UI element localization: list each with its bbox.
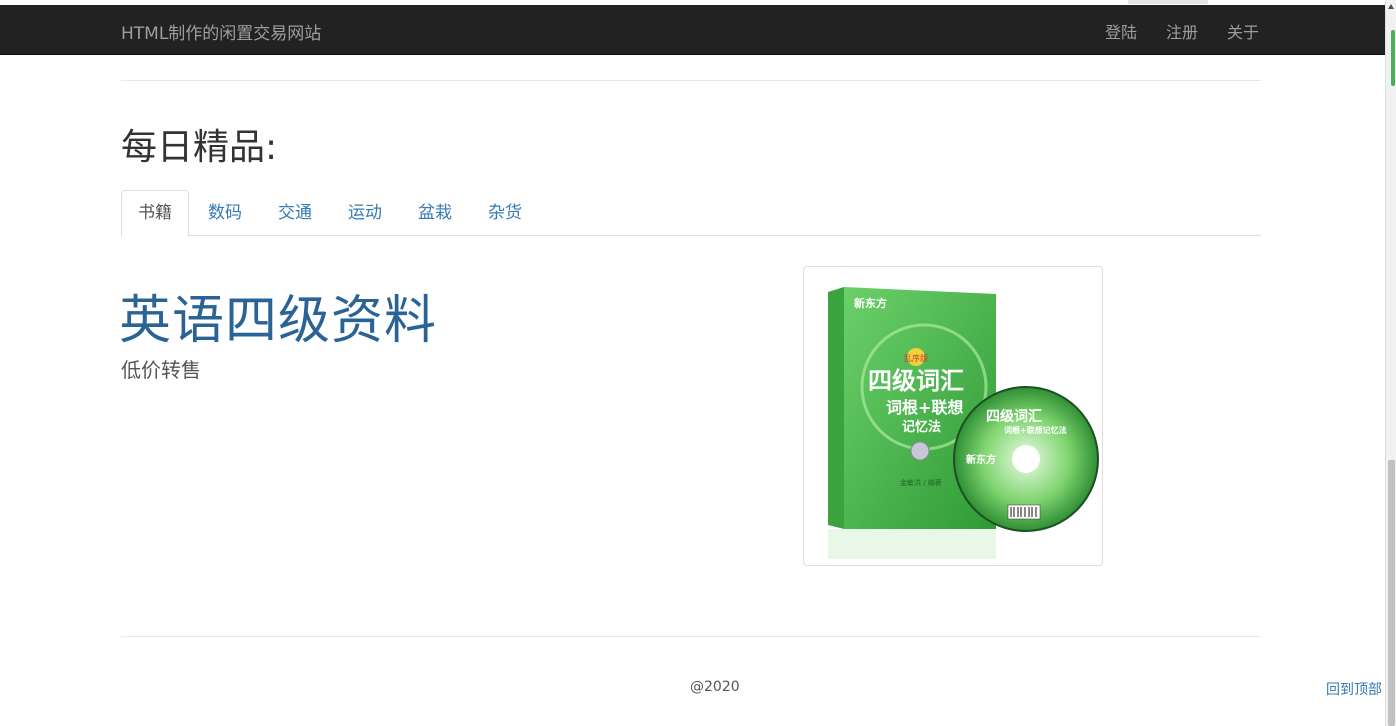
navbar-brand[interactable]: HTML制作的闲置交易网站: [121, 19, 321, 44]
tab-sports[interactable]: 运动: [331, 190, 399, 236]
image-author: 金敏洪 / 编著: [900, 478, 942, 487]
back-to-top-link[interactable]: 回到顶部: [1326, 679, 1382, 699]
product-subtitle: 低价转售: [121, 358, 201, 382]
footer-copyright: @2020: [690, 679, 740, 695]
image-disc-title: 四级词汇: [986, 408, 1042, 425]
product-title: 英语四级资料: [119, 291, 438, 351]
nav-about-link[interactable]: 关于: [1227, 19, 1259, 43]
image-book-title: 四级词汇: [868, 366, 964, 395]
image-disc-sub: 词根+联想记忆法: [1004, 425, 1067, 435]
product-image-illustration: 新东方 乱序版 四级词汇 词根+联想 记忆法 金敏洪 / 编著 四级词汇 词根+…: [828, 287, 1099, 559]
scroll-up-arrow-icon[interactable]: [1388, 4, 1394, 9]
tab-transport[interactable]: 交通: [261, 190, 329, 236]
image-brand-text: 新东方: [854, 296, 887, 310]
scroll-indicator: [1391, 30, 1395, 86]
nav-login-link[interactable]: 登陆: [1105, 19, 1137, 43]
navbar-links: 登陆 注册 关于: [1105, 19, 1259, 43]
image-badge-text: 乱序版: [904, 353, 928, 363]
image-book-sub1: 词根+联想: [886, 398, 963, 417]
category-tabs: 书籍 数码 交通 运动 盆栽 杂货: [121, 190, 1261, 237]
scrollbar-thumb[interactable]: [1388, 460, 1395, 726]
tab-misc[interactable]: 杂货: [471, 190, 539, 236]
tab-plants[interactable]: 盆栽: [401, 190, 469, 236]
product-image[interactable]: 新东方 乱序版 四级词汇 词根+联想 记忆法 金敏洪 / 编著 四级词汇 词根+…: [803, 266, 1103, 566]
image-book-sub2: 记忆法: [902, 419, 941, 435]
section-title: 每日精品:: [121, 127, 278, 168]
tab-digital[interactable]: 数码: [191, 190, 259, 236]
image-disc-brand: 新东方: [966, 453, 996, 466]
nav-register-link[interactable]: 注册: [1166, 19, 1198, 43]
browser-tab-hint: [1128, 0, 1208, 4]
top-divider: [121, 80, 1261, 81]
page-scrollbar[interactable]: [1385, 0, 1396, 726]
navbar: HTML制作的闲置交易网站 登陆 注册 关于: [0, 5, 1385, 55]
footer-divider: [121, 636, 1261, 637]
tab-books[interactable]: 书籍: [121, 190, 189, 237]
